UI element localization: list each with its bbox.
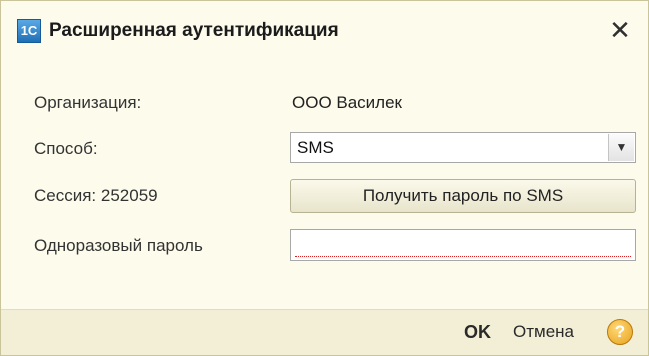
close-icon[interactable]: ✕ [606, 15, 634, 45]
required-underline [295, 256, 631, 257]
dialog-title: Расширенная аутентификация [49, 20, 339, 41]
method-label: Способ: [34, 139, 98, 158]
help-icon[interactable]: ? [607, 319, 633, 345]
organization-label: Организация: [34, 93, 142, 112]
title-bar: 1С Расширенная аутентификация ✕ [1, 1, 648, 63]
method-select[interactable]: SMS ▼ [290, 132, 636, 163]
get-password-sms-button[interactable]: Получить пароль по SMS [290, 179, 636, 213]
otp-input-field[interactable] [290, 229, 636, 261]
authentication-dialog: 1С Расширенная аутентификация ✕ Организа… [0, 0, 649, 356]
ok-button[interactable]: OK [464, 320, 491, 344]
otp-label: Одноразовый пароль [34, 236, 203, 255]
organization-value: ООО Василек [292, 93, 402, 112]
app-icon: 1С [17, 19, 41, 43]
cancel-button[interactable]: Отмена [513, 320, 574, 344]
dialog-footer: OK Отмена ? [1, 309, 648, 355]
method-select-value: SMS [297, 138, 334, 157]
chevron-down-icon[interactable]: ▼ [608, 134, 634, 161]
session-label: Сессия: 252059 [34, 186, 158, 205]
